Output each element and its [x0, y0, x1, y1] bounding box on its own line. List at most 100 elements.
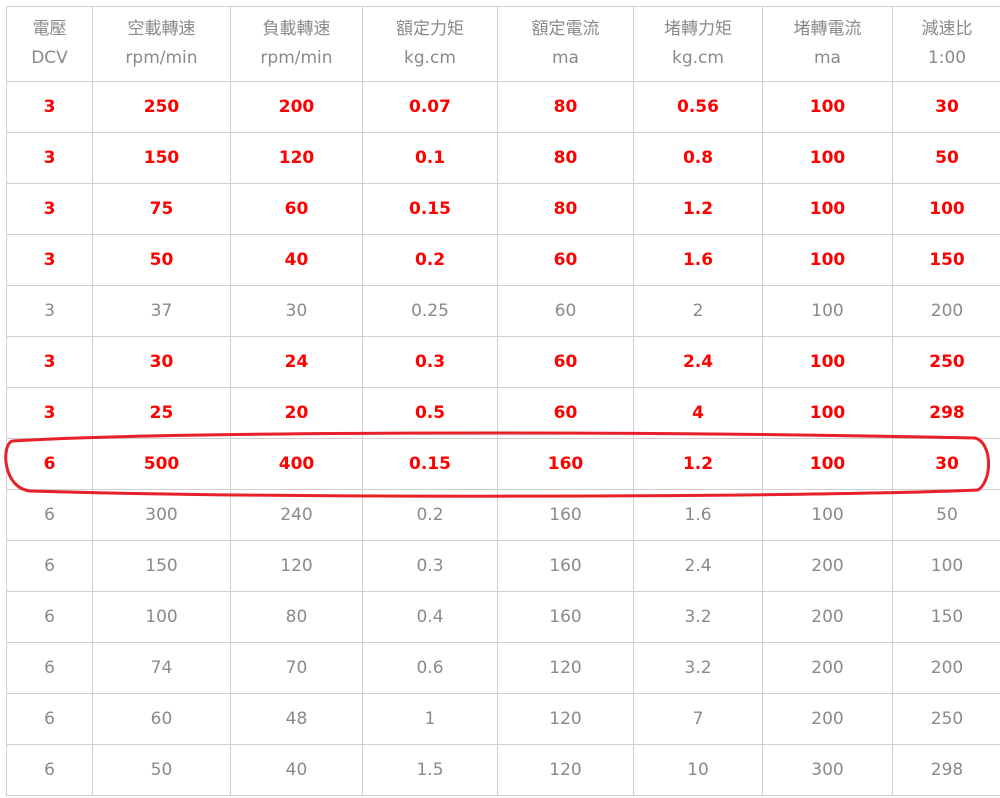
table-cell: 74: [92, 642, 231, 694]
table-cell: 160: [497, 489, 634, 541]
table-body: 3 250 200 0.07 80 0.56 100 30 3 150 120 0.1 80 0.8 100…: [6, 81, 1000, 796]
table-cell: 0.56: [633, 81, 763, 133]
table-row: 3 250 200 0.07 80 0.56 100 30: [6, 81, 1000, 133]
table-row: 3 50 40 0.2 60 1.6 100 150: [6, 234, 1000, 286]
table-cell: 298: [892, 387, 1000, 439]
table-cell: 0.3: [362, 336, 498, 388]
table-cell: 250: [92, 81, 231, 133]
table-cell: 1.5: [362, 744, 498, 796]
table-cell: 120: [230, 132, 363, 184]
header-label: 負載轉速: [262, 19, 331, 39]
table-cell: 100: [762, 285, 893, 337]
table-cell: 40: [230, 744, 363, 796]
header-unit: rpm/min: [125, 48, 198, 68]
table-cell: 200: [762, 642, 893, 694]
table-cell: 100: [762, 387, 893, 439]
table-cell: 3: [6, 81, 93, 133]
table-cell: 100: [762, 132, 893, 184]
header-unit: ma: [552, 48, 579, 68]
table-cell: 60: [497, 336, 634, 388]
table-cell: 0.07: [362, 81, 498, 133]
table-row: 6 50 40 1.5 120 10 300 298: [6, 744, 1000, 796]
table-cell: 60: [92, 693, 231, 745]
table-row: 6 74 70 0.6 120 3.2 200 200: [6, 642, 1000, 694]
table-cell: 100: [892, 183, 1000, 235]
header-stall-current: 堵轉電流 ma: [762, 6, 893, 82]
table-cell: 20: [230, 387, 363, 439]
table-cell: 40: [230, 234, 363, 286]
motor-spec-table: 電壓 DCV 空載轉速 rpm/min 負載轉速 rpm/min 額定力矩 kg.cm …: [6, 6, 1000, 796]
table-cell: 3: [6, 234, 93, 286]
table-cell: 0.25: [362, 285, 498, 337]
table-cell: 30: [92, 336, 231, 388]
header-label: 空載轉速: [127, 19, 196, 39]
header-rated-torque: 額定力矩 kg.cm: [362, 6, 498, 82]
table-cell: 3: [6, 183, 93, 235]
table-cell: 60: [497, 285, 634, 337]
table-cell: 6: [6, 438, 93, 490]
table-row: 3 25 20 0.5 60 4 100 298: [6, 387, 1000, 439]
table-cell: 0.6: [362, 642, 498, 694]
table-cell: 80: [497, 132, 634, 184]
table-cell: 0.15: [362, 438, 498, 490]
table-cell: 80: [230, 591, 363, 643]
table-cell: 37: [92, 285, 231, 337]
table-cell: 6: [6, 489, 93, 541]
header-unit: kg.cm: [672, 48, 724, 68]
table-cell: 1.6: [633, 489, 763, 541]
table-cell: 50: [92, 234, 231, 286]
table-cell: 75: [92, 183, 231, 235]
table-cell: 160: [497, 591, 634, 643]
table-cell: 80: [497, 183, 634, 235]
header-load-speed: 負載轉速 rpm/min: [230, 6, 363, 82]
table-cell: 100: [762, 183, 893, 235]
table-row: 6 150 120 0.3 160 2.4 200 100: [6, 540, 1000, 592]
header-label: 減速比: [921, 19, 973, 39]
table-cell: 300: [92, 489, 231, 541]
table-cell: 60: [497, 234, 634, 286]
header-unit: rpm/min: [260, 48, 333, 68]
header-label: 堵轉電流: [793, 19, 862, 39]
table-cell: 0.3: [362, 540, 498, 592]
table-cell: 120: [230, 540, 363, 592]
table-cell: 1.2: [633, 183, 763, 235]
table-cell: 1.6: [633, 234, 763, 286]
table-cell: 100: [762, 489, 893, 541]
table-cell: 200: [892, 642, 1000, 694]
table-cell: 160: [497, 540, 634, 592]
table-cell: 150: [892, 234, 1000, 286]
table-cell: 2: [633, 285, 763, 337]
table-cell: 300: [762, 744, 893, 796]
table-cell: 100: [92, 591, 231, 643]
table-cell: 4: [633, 387, 763, 439]
header-unit: DCV: [31, 48, 68, 68]
table-row: 6 60 48 1 120 7 200 250: [6, 693, 1000, 745]
table-cell: 150: [92, 540, 231, 592]
table-cell: 0.15: [362, 183, 498, 235]
table-cell: 3: [6, 387, 93, 439]
table-cell: 200: [762, 540, 893, 592]
table-cell: 30: [892, 438, 1000, 490]
table-cell: 1.2: [633, 438, 763, 490]
table-cell: 25: [92, 387, 231, 439]
header-reduction-ratio: 減速比 1:00: [892, 6, 1000, 82]
table-cell: 500: [92, 438, 231, 490]
table-cell: 30: [230, 285, 363, 337]
table-cell: 24: [230, 336, 363, 388]
header-unit: ma: [814, 48, 841, 68]
header-label: 額定力矩: [396, 19, 464, 39]
table-cell: 120: [497, 642, 634, 694]
table-cell: 3: [6, 285, 93, 337]
table-cell: 48: [230, 693, 363, 745]
table-cell: 50: [892, 132, 1000, 184]
table-row: 3 150 120 0.1 80 0.8 100 50: [6, 132, 1000, 184]
table-cell: 240: [230, 489, 363, 541]
table-cell: 200: [892, 285, 1000, 337]
table-cell: 100: [762, 81, 893, 133]
table-cell: 80: [497, 81, 634, 133]
table-cell: 400: [230, 438, 363, 490]
table-cell: 100: [762, 438, 893, 490]
table-row: 3 30 24 0.3 60 2.4 100 250: [6, 336, 1000, 388]
header-rated-current: 額定電流 ma: [497, 6, 634, 82]
header-stall-torque: 堵轉力矩 kg.cm: [633, 6, 763, 82]
